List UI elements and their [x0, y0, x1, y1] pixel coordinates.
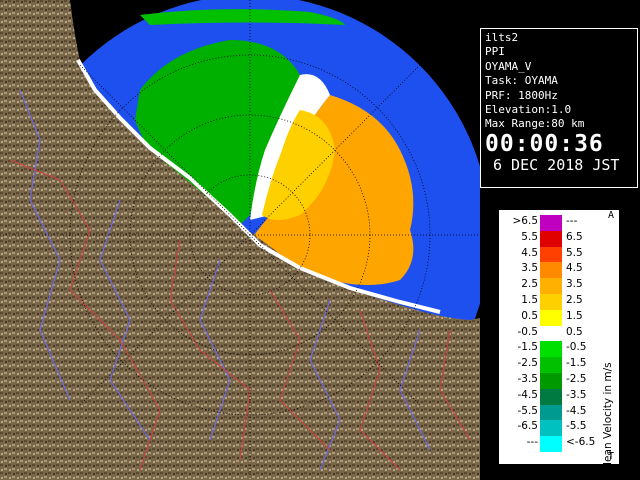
legend-swatch	[540, 262, 562, 279]
legend-swatch	[540, 230, 562, 247]
legend-row-high: 1.5	[566, 309, 583, 322]
legend-swatch	[540, 404, 562, 421]
legend-swatch	[540, 246, 562, 263]
legend-row: -4.5 -3.5	[500, 388, 604, 405]
velocity-legend: >6.5 --- 5.5 6.5 4.5 5.5 3.5 4.5 2.5 3.5 1.5 2.5 0.5…	[499, 210, 619, 471]
legend-row: 0.5 1.5	[500, 309, 604, 326]
legend-row: -1.5 -0.5	[500, 341, 604, 358]
legend-row-high: 4.5	[566, 262, 583, 275]
scan-date: 6 DEC 2018 JST	[493, 155, 620, 174]
legend-row: -3.5 -2.5	[500, 373, 604, 389]
legend-row-low: -2.5	[517, 357, 539, 370]
legend-swatch	[540, 278, 562, 294]
legend-row-low: -0.5	[517, 325, 539, 338]
legend-swatch	[540, 325, 562, 342]
legend-row-low: 0.5	[521, 309, 538, 322]
legend-row-high: 0.5	[566, 325, 583, 338]
legend-row-high: -1.5	[566, 357, 587, 370]
legend-swatch	[540, 420, 562, 437]
legend-swatch	[540, 436, 562, 452]
legend-row: -5.5 -4.5	[500, 404, 604, 421]
legend-row: -6.5 -5.5	[500, 420, 604, 437]
legend-swatch	[540, 341, 562, 358]
info-elevation: Elevation:1.0	[485, 103, 572, 117]
legend-row-high: 3.5	[566, 278, 583, 291]
info-prf: PRF: 1800Hz	[485, 88, 558, 102]
legend-row: 1.5 2.5	[500, 294, 604, 310]
legend-row-low: 4.5	[521, 246, 538, 259]
legend-row: -2.5 -1.5	[500, 357, 604, 373]
legend-row: 3.5 4.5	[500, 262, 604, 279]
legend-row: 5.5 6.5	[500, 230, 604, 247]
info-panel: ilts2 PPI OYAMA_V Task: OYAMA PRF: 1800H…	[480, 28, 638, 188]
legend-row: --- <-6.5	[500, 436, 604, 452]
legend-row-low: 1.5	[521, 294, 538, 306]
info-system: ilts2	[485, 31, 519, 44]
legend-row-low: ---	[526, 436, 538, 449]
legend-swatch	[540, 215, 562, 231]
legend-row-high: -3.5	[566, 388, 587, 401]
info-task: Task: OYAMA	[485, 74, 558, 88]
legend-swatch	[540, 388, 562, 405]
legend-row-low: -6.5	[517, 420, 539, 433]
legend-row: 4.5 5.5	[500, 246, 604, 263]
legend-title: Mean Velocity in m/s	[602, 362, 614, 471]
info-product: OYAMA_V	[485, 59, 532, 73]
info-scan-type: PPI	[485, 45, 505, 59]
info-max-range: Max Range:80 km	[485, 117, 585, 131]
legend-row-low: >6.5	[512, 215, 539, 227]
legend-row-high: 6.5	[566, 230, 583, 243]
legend-row-low: 2.5	[521, 278, 538, 291]
legend-row-high: -5.5	[566, 420, 587, 433]
legend-row-low: 3.5	[521, 262, 538, 275]
legend-row: -0.5 0.5	[500, 325, 604, 342]
legend-row-low: 5.5	[521, 230, 538, 243]
legend-row-high: -0.5	[566, 341, 587, 354]
legend-swatch	[540, 309, 562, 326]
legend-swatch	[540, 294, 562, 310]
legend-row-high: -2.5	[566, 373, 587, 385]
radar-ppi-view	[0, 0, 480, 480]
legend-row-high: 5.5	[566, 246, 583, 259]
legend-swatch	[540, 357, 562, 373]
scan-time: 00:00:36	[485, 130, 604, 157]
legend-top-mark: A	[607, 210, 614, 221]
legend-row-low: -3.5	[517, 373, 539, 385]
legend-row-high: <-6.5	[566, 436, 596, 449]
legend-swatch	[540, 373, 562, 389]
legend-row: 2.5 3.5	[500, 278, 604, 294]
legend-row-low: -1.5	[517, 341, 539, 354]
legend-row: >6.5 ---	[500, 215, 604, 231]
legend-row-high: ---	[566, 215, 578, 227]
legend-row-low: -4.5	[517, 388, 539, 401]
legend-row-high: -4.5	[566, 404, 587, 417]
legend-row-high: 2.5	[566, 294, 583, 306]
legend-row-low: -5.5	[517, 404, 539, 417]
